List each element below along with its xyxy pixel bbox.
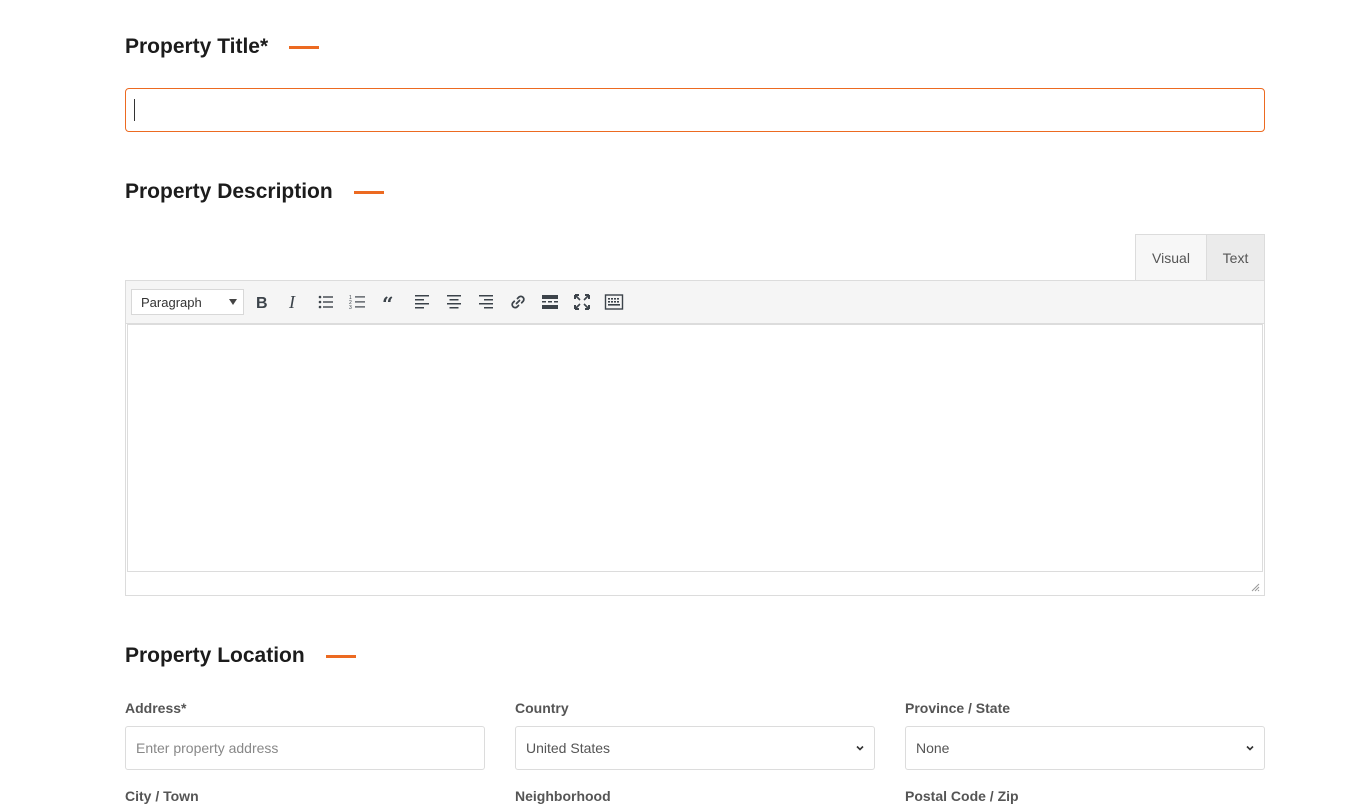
country-select[interactable]: United States [515,726,875,770]
numbered-list-icon: 1 2 3 [349,295,365,311]
neighborhood-label: Neighborhood [515,788,611,804]
format-select-value: Paragraph [141,294,202,310]
postal-code-label: Postal Code / Zip [905,788,1019,804]
align-right-icon [479,295,493,309]
read-more-button[interactable] [537,289,563,315]
property-title-input[interactable] [125,88,1265,132]
read-more-icon [542,295,558,309]
address-placeholder: Enter property address [136,740,279,756]
fullscreen-button[interactable] [569,289,595,315]
editor-status-bar [126,572,1264,595]
property-description-heading: Property Description [125,180,384,204]
bold-button[interactable]: B [249,289,275,315]
editor-content-area[interactable] [127,324,1263,572]
bullet-list-button[interactable] [313,289,339,315]
align-left-icon [415,295,429,309]
toolbar-toggle-icon [604,294,624,310]
svg-text:3: 3 [349,305,352,311]
align-center-icon [447,295,461,309]
editor-mode-tabs: Visual Text [1135,234,1265,280]
italic-icon: I [288,292,296,312]
chevron-down-icon [856,745,864,751]
state-select-value: None [916,740,950,756]
bold-icon: B [256,295,268,312]
property-location-heading: Property Location [125,644,356,668]
country-label: Country [515,700,569,716]
property-title-heading: Property Title* [125,35,320,59]
country-select-value: United States [526,740,611,756]
align-left-button[interactable] [409,289,435,315]
heading-accent-line [353,190,384,194]
address-input[interactable]: Enter property address [125,726,485,770]
text-caret [134,99,135,121]
tab-text[interactable]: Text [1207,234,1265,280]
description-editor: Paragraph B I 1 2 3 “ [125,280,1265,596]
property-location-label: Property Location [125,644,305,667]
svg-text:I: I [288,292,296,312]
resize-handle-icon[interactable] [1250,582,1260,592]
align-right-button[interactable] [473,289,499,315]
state-select[interactable]: None [905,726,1265,770]
heading-accent-line [325,654,356,658]
property-description-label: Property Description [125,180,333,203]
fullscreen-icon [574,294,590,310]
editor-toolbar: Paragraph B I 1 2 3 “ [126,281,1264,324]
chevron-down-icon [229,299,237,305]
property-title-label: Property Title* [125,35,269,58]
bullet-list-icon [318,295,333,309]
address-label: Address* [125,700,187,716]
numbered-list-button[interactable]: 1 2 3 [345,289,371,315]
svg-text:B: B [256,295,268,312]
blockquote-icon: “ [382,292,394,312]
blockquote-button[interactable]: “ [377,289,403,315]
heading-accent-line [289,45,320,49]
tab-visual[interactable]: Visual [1135,234,1207,280]
svg-text:“: “ [382,292,394,312]
chevron-down-icon [1246,745,1254,751]
toolbar-toggle-button[interactable] [601,289,627,315]
align-center-button[interactable] [441,289,467,315]
link-button[interactable] [505,289,531,315]
link-icon [511,295,525,309]
city-label: City / Town [125,788,199,804]
format-select[interactable]: Paragraph [131,289,244,315]
state-label: Province / State [905,700,1011,716]
italic-button[interactable]: I [281,289,307,315]
